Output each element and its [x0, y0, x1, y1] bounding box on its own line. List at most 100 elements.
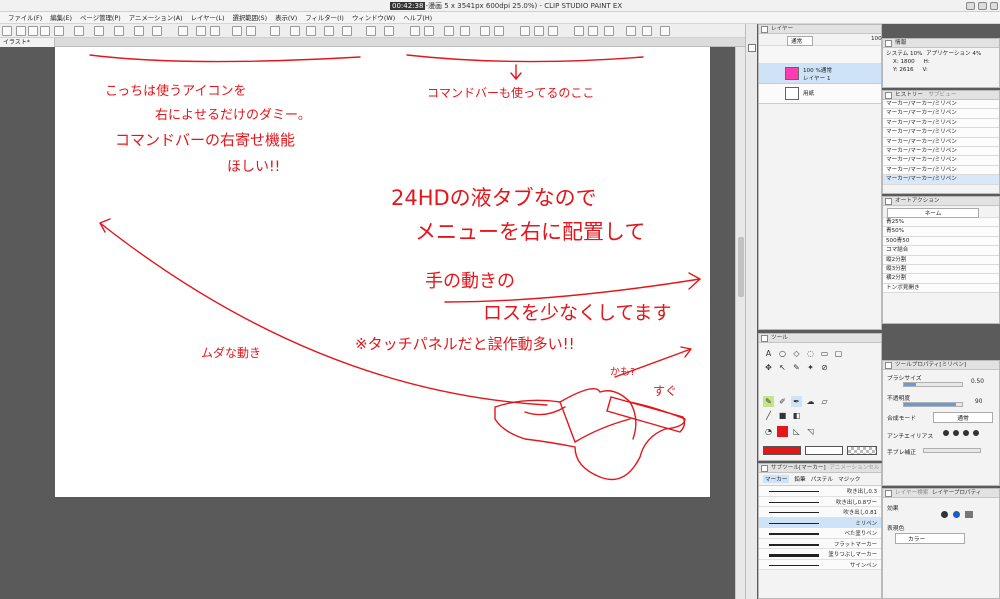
- layer-row-2[interactable]: 用紙: [759, 84, 881, 104]
- lasso-icon[interactable]: [196, 26, 206, 36]
- export-icon[interactable]: [74, 26, 84, 36]
- minimize-button[interactable]: [966, 2, 975, 10]
- tab-subview[interactable]: サブビュー: [928, 92, 956, 98]
- shape-tool-icon[interactable]: ◇: [791, 348, 802, 359]
- blend-mode-dropdown[interactable]: 通常: [933, 412, 993, 423]
- effect-buttons[interactable]: [941, 511, 991, 521]
- grid-view-icon[interactable]: [410, 26, 420, 36]
- rect-tool-icon[interactable]: ▭: [819, 348, 830, 359]
- document-tab[interactable]: イラスト*: [0, 38, 55, 47]
- history-item-current[interactable]: マーカー/マーカー/ミリペン: [883, 175, 999, 185]
- object-tool-icon[interactable]: ↖: [777, 362, 788, 373]
- action-item[interactable]: 縦2分割: [883, 255, 999, 265]
- pen-icon[interactable]: [152, 26, 162, 36]
- action-item[interactable]: トンボ見開き: [883, 283, 999, 294]
- tab-subtool[interactable]: サブツール[マーカー]: [771, 465, 826, 471]
- filter-icon[interactable]: [366, 26, 376, 36]
- menu-layer[interactable]: レイヤー(L): [187, 13, 229, 22]
- history-item[interactable]: マーカー/マーカー/ミリペン: [883, 137, 999, 147]
- brush-item-selected[interactable]: ミリペン: [759, 517, 881, 528]
- action-item[interactable]: 縦3分割: [883, 264, 999, 275]
- ruler-tool-icon[interactable]: ◺: [791, 426, 802, 437]
- text-tool-icon[interactable]: A: [763, 348, 774, 359]
- transparent-swatch[interactable]: [847, 446, 877, 455]
- layer-row-1[interactable]: 100 %通常 レイヤー 1: [759, 64, 881, 84]
- canvas-area[interactable]: こっちは使うアイコンを 右によせるだけのダミー。 コマンドバーの右寄せ機能 ほし…: [0, 47, 745, 599]
- magic-wand-icon[interactable]: ✦: [805, 362, 816, 373]
- settings-icon[interactable]: [444, 26, 454, 36]
- menu-filter[interactable]: フィルター(I): [301, 13, 348, 22]
- group-marker[interactable]: マーカー: [763, 475, 790, 483]
- history-item[interactable]: マーカー/マーカー/ミリペン: [883, 156, 999, 166]
- save-icon[interactable]: [28, 26, 38, 36]
- lasso-tool-icon[interactable]: ◌: [805, 348, 816, 359]
- help-icon[interactable]: [660, 26, 670, 36]
- brush-tool-icon[interactable]: ✒: [791, 396, 802, 407]
- sub-color-swatch[interactable]: [805, 446, 843, 455]
- pencil-tool-icon[interactable]: ✐: [777, 396, 788, 407]
- action-item[interactable]: 青50%: [883, 227, 999, 237]
- brush-item[interactable]: サインペン: [759, 559, 881, 570]
- select-icon[interactable]: [178, 26, 188, 36]
- layer-opacity[interactable]: 100: [871, 36, 882, 42]
- mirror-icon[interactable]: [480, 26, 490, 36]
- action-set-select[interactable]: ネーム: [887, 208, 979, 218]
- brush-size-slider[interactable]: [903, 382, 963, 387]
- menu-view[interactable]: 表示(V): [271, 13, 301, 22]
- scrollbar-thumb[interactable]: [738, 237, 744, 297]
- stabilize-slider[interactable]: [923, 448, 981, 453]
- vector-icon[interactable]: [520, 26, 530, 36]
- history-item[interactable]: マーカー/マーカー/ミリペン: [883, 146, 999, 157]
- fill-tool-icon[interactable]: ■: [777, 410, 788, 421]
- main-color-swatch[interactable]: [763, 446, 801, 455]
- menu-help[interactable]: ヘルプ(H): [399, 13, 436, 22]
- rotate-icon[interactable]: [494, 26, 504, 36]
- tab-layer-property[interactable]: レイヤープロパティ: [932, 490, 982, 496]
- toggle-icon[interactable]: [548, 26, 558, 36]
- eyedropper-tool-icon[interactable]: ⊘: [819, 362, 830, 373]
- menu-selection[interactable]: 選択範囲(S): [228, 13, 271, 22]
- open-icon[interactable]: [16, 26, 26, 36]
- new-icon[interactable]: [2, 26, 12, 36]
- group-pencil[interactable]: 鉛筆: [794, 475, 805, 483]
- frame-tool-icon[interactable]: ▢: [833, 348, 844, 359]
- palette-icon[interactable]: [748, 44, 756, 52]
- menu-page[interactable]: ページ管理(P): [76, 13, 125, 22]
- color-icon[interactable]: [588, 26, 598, 36]
- move-tool-icon[interactable]: ✥: [763, 362, 774, 373]
- history-item[interactable]: マーカー/マーカー/ミリペン: [883, 100, 999, 110]
- layout-icon[interactable]: [642, 26, 652, 36]
- group-magic[interactable]: マジック: [838, 475, 860, 483]
- menu-file[interactable]: ファイル(F): [4, 13, 46, 22]
- clear-icon[interactable]: [270, 26, 280, 36]
- brush-item[interactable]: 吹き出し0.8ワー: [759, 496, 881, 507]
- copy-icon[interactable]: [94, 26, 104, 36]
- pen-tool-icon[interactable]: ✎: [791, 362, 802, 373]
- color-fill-icon[interactable]: [777, 426, 788, 437]
- history-item[interactable]: マーカー/マーカー/ミリペン: [883, 109, 999, 119]
- color-mode-dropdown[interactable]: カラー: [895, 533, 965, 544]
- action-item[interactable]: 横2分割: [883, 274, 999, 284]
- close-doc-icon[interactable]: [40, 26, 50, 36]
- airbrush-tool-icon[interactable]: ☁: [805, 396, 816, 407]
- brush-item[interactable]: 塗りつぶしマーカー: [759, 549, 881, 560]
- correction-tool-icon[interactable]: ◹: [805, 426, 816, 437]
- history-item[interactable]: マーカー/マーカー/ミリペン: [883, 118, 999, 129]
- frame-icon[interactable]: [460, 26, 470, 36]
- table-icon[interactable]: [424, 26, 434, 36]
- page-icon[interactable]: [54, 26, 64, 36]
- brush-item[interactable]: 吹き出し0.3: [759, 486, 881, 497]
- balloon-tool-icon[interactable]: ◔: [763, 426, 774, 437]
- brush-item[interactable]: フラットマーカー: [759, 538, 881, 549]
- opacity-slider[interactable]: [903, 402, 963, 407]
- panel-icon[interactable]: [626, 26, 636, 36]
- eyedropper-icon[interactable]: [210, 26, 220, 36]
- blend-mode-select[interactable]: 通常: [787, 36, 814, 46]
- brush-size-value[interactable]: 0.50: [971, 379, 984, 385]
- antialias-options[interactable]: [943, 430, 991, 438]
- action-item[interactable]: 青25%: [883, 218, 999, 228]
- transform-icon[interactable]: [114, 26, 124, 36]
- tab-history[interactable]: ヒストリー: [895, 92, 923, 98]
- correction-icon[interactable]: [534, 26, 544, 36]
- display-icon[interactable]: [604, 26, 614, 36]
